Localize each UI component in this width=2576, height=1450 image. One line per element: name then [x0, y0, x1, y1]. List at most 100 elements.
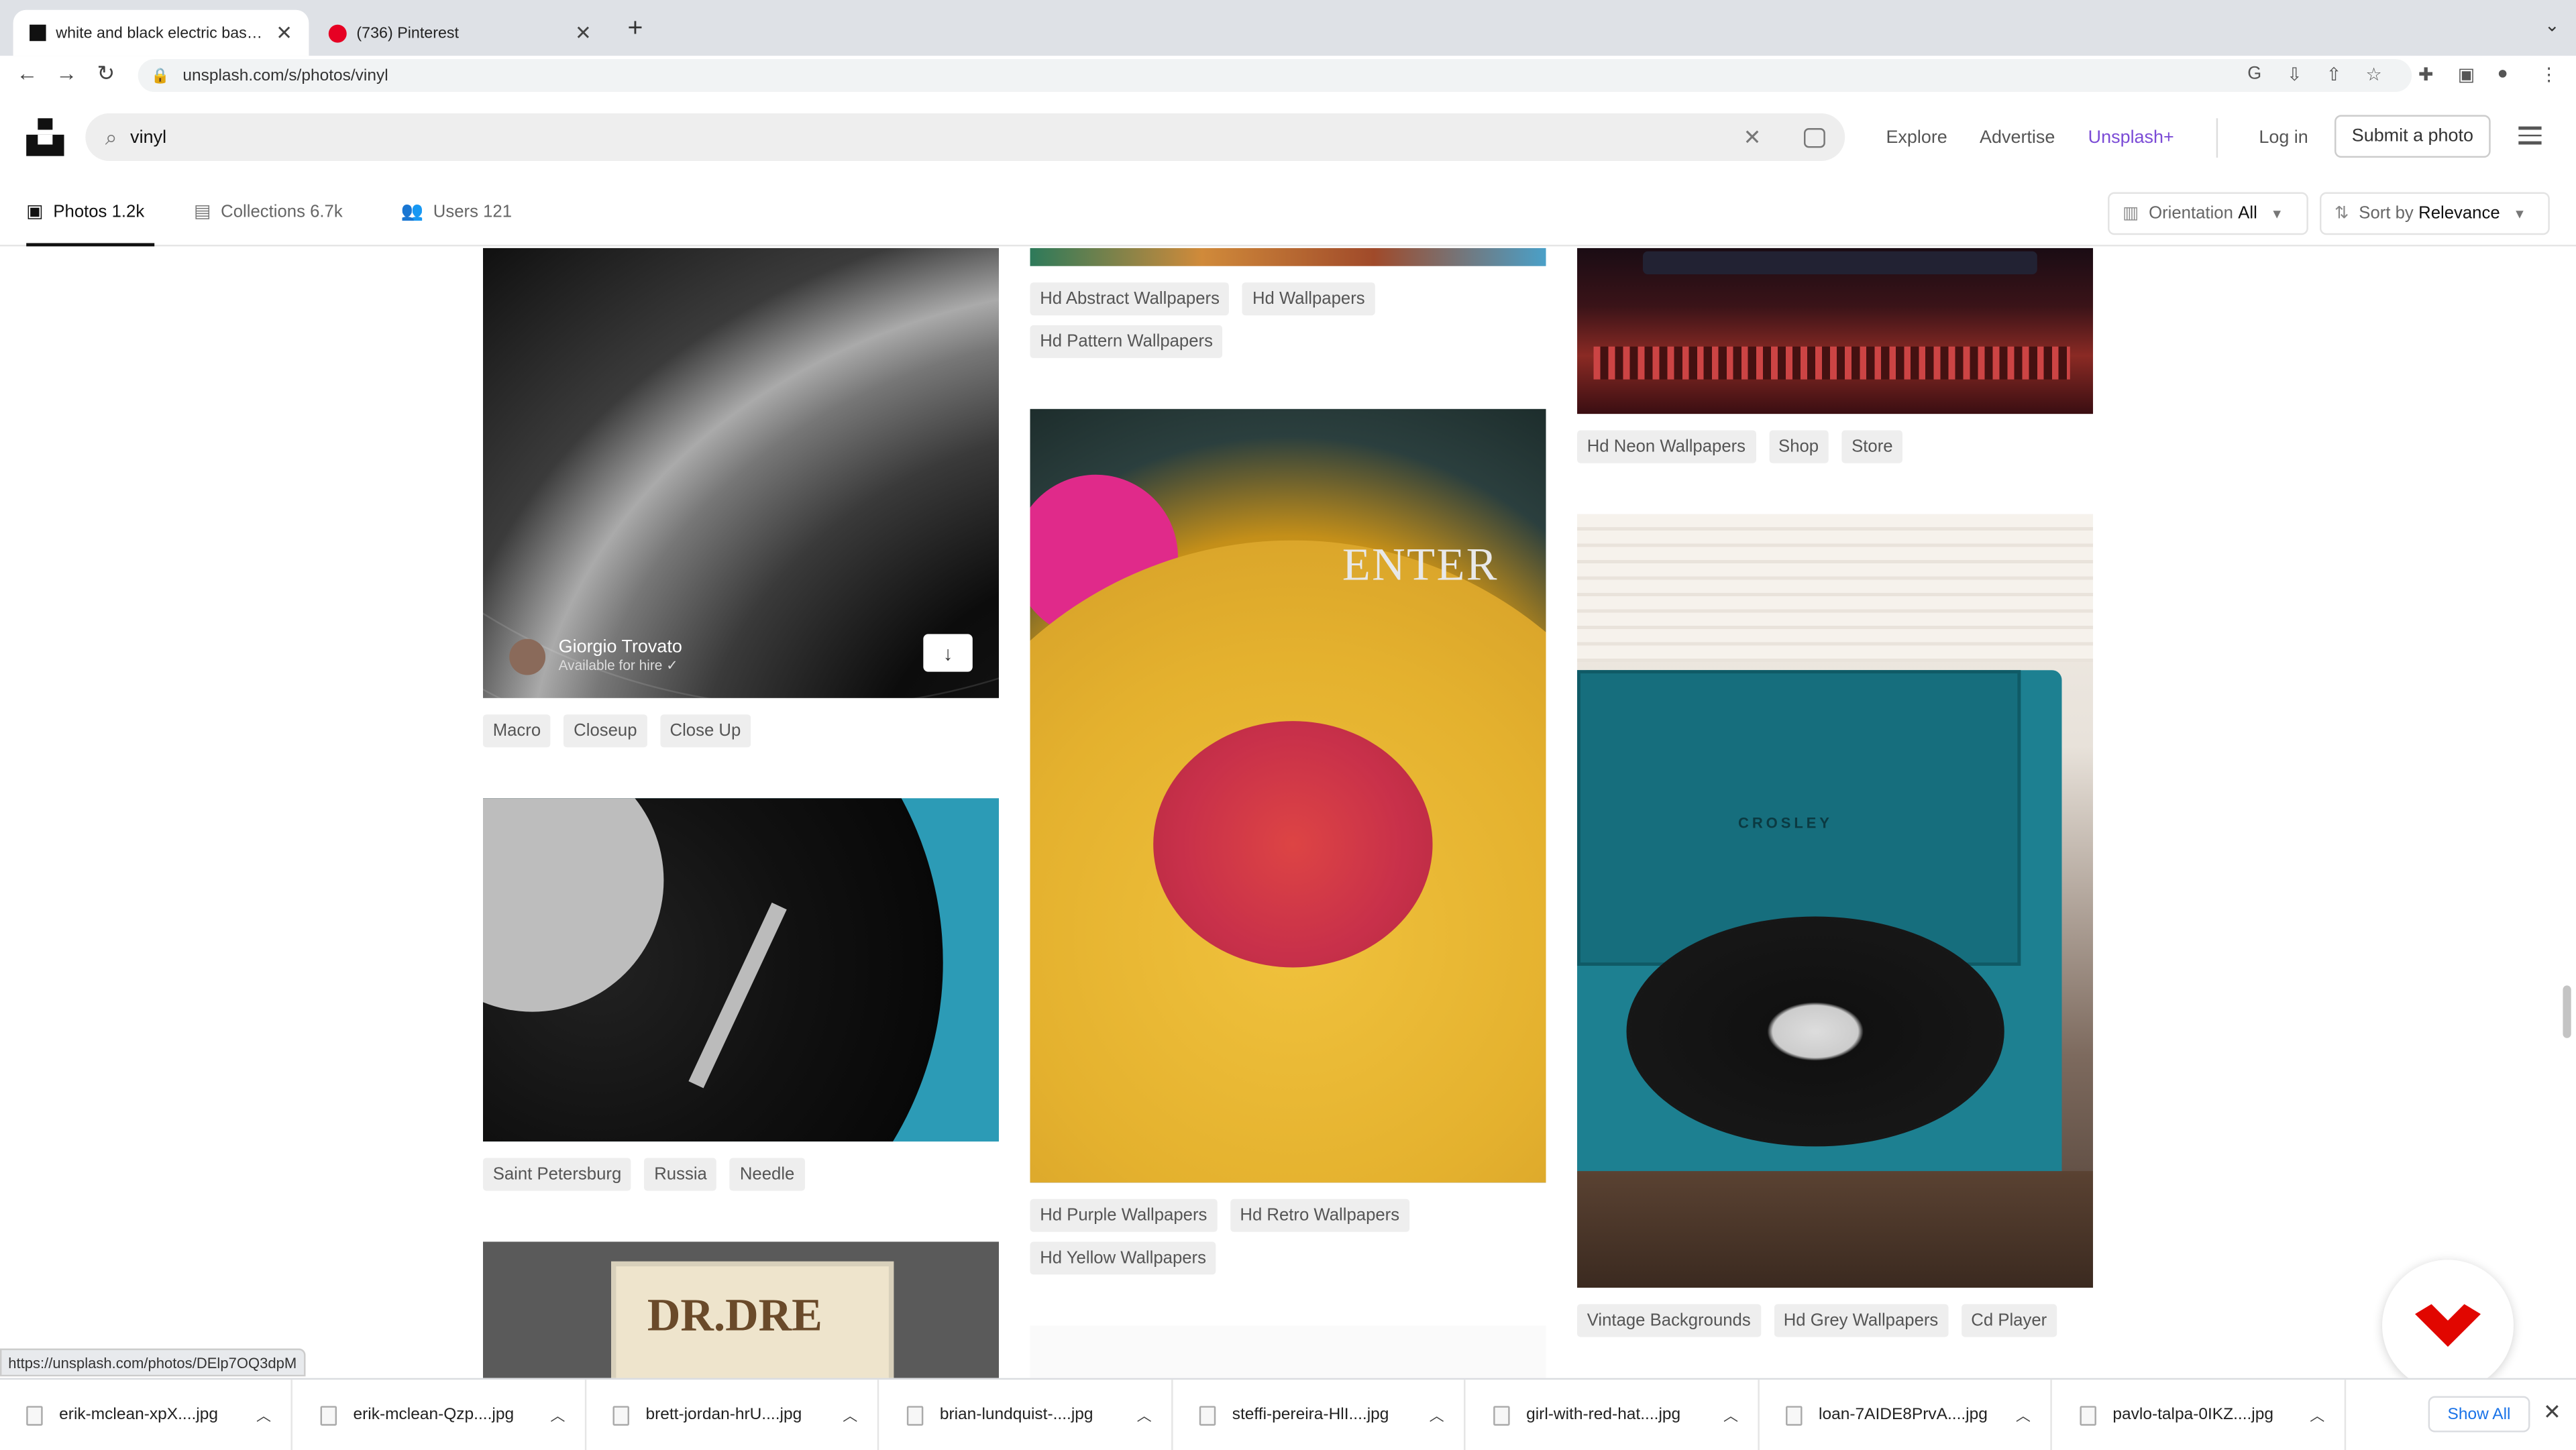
- tag[interactable]: Hd Wallpapers: [1242, 282, 1375, 316]
- hamburger-menu-icon[interactable]: [2518, 126, 2542, 149]
- tag[interactable]: Vintage Backgrounds: [1577, 1304, 1761, 1337]
- hire-status: Available for hire: [558, 657, 663, 674]
- download-button[interactable]: ↓: [923, 634, 973, 672]
- tab-close-icon[interactable]: ✕: [276, 21, 292, 44]
- profile-icon[interactable]: ●: [2497, 64, 2508, 84]
- sort-filter[interactable]: ⇅ Sort by Relevance ▼: [2319, 192, 2550, 235]
- tag[interactable]: Closeup: [564, 714, 647, 748]
- forward-icon[interactable]: →: [56, 61, 77, 86]
- tab-users[interactable]: 👥 Users 121: [401, 201, 512, 222]
- chevron-up-icon[interactable]: ︿: [256, 1404, 271, 1426]
- tag-list: Saint Petersburg Russia Needle: [483, 1158, 999, 1191]
- new-tab-icon[interactable]: +: [628, 15, 643, 44]
- tag[interactable]: Hd Pattern Wallpapers: [1030, 325, 1223, 358]
- chevron-up-icon[interactable]: ︿: [843, 1404, 857, 1426]
- tag[interactable]: Cd Player: [1961, 1304, 2057, 1337]
- show-all-downloads-button[interactable]: Show All: [2428, 1396, 2530, 1433]
- photo-card[interactable]: [1577, 247, 2094, 414]
- lock-icon: 🔒: [151, 66, 170, 83]
- tag[interactable]: Hd Neon Wallpapers: [1577, 430, 1756, 463]
- download-item[interactable]: erik-mclean-xpX....jpg ︿: [0, 1380, 292, 1450]
- close-downloads-icon[interactable]: ✕: [2543, 1400, 2561, 1426]
- photo-card[interactable]: CROSLEY: [1577, 514, 2094, 1288]
- chevron-down-icon: ▼: [2270, 206, 2284, 221]
- nav-advertise[interactable]: Advertise: [1980, 128, 2055, 148]
- nav-unsplash-plus[interactable]: Unsplash+: [2088, 128, 2174, 148]
- photo-card[interactable]: DR.DRE: [483, 1241, 999, 1378]
- download-item[interactable]: brett-jordan-hrU....jpg ︿: [586, 1380, 879, 1450]
- download-item[interactable]: girl-with-red-hat....jpg ︿: [1467, 1380, 1760, 1450]
- photo-icon: ▣: [26, 202, 44, 222]
- share-icon[interactable]: ⇧: [2326, 64, 2342, 85]
- reload-icon[interactable]: ↻: [97, 61, 115, 87]
- install-icon[interactable]: ⇩: [2287, 64, 2302, 85]
- avatar[interactable]: [509, 638, 546, 675]
- tab-collections[interactable]: ▤ Collections 6.7k: [194, 201, 343, 222]
- tag[interactable]: Hd Grey Wallpapers: [1774, 1304, 1949, 1337]
- tag[interactable]: Needle: [730, 1158, 805, 1191]
- tag[interactable]: Hd Retro Wallpapers: [1230, 1198, 1409, 1232]
- chevron-up-icon[interactable]: ︿: [1430, 1404, 1444, 1426]
- page-scrollbar-thumb[interactable]: [2563, 985, 2571, 1038]
- chevron-up-icon[interactable]: ︿: [1723, 1404, 1738, 1426]
- collections-icon: ▤: [193, 202, 211, 222]
- unsplash-logo-icon[interactable]: [26, 118, 64, 156]
- download-item[interactable]: pavlo-talpa-0IKZ....jpg ︿: [2053, 1380, 2347, 1450]
- google-icon[interactable]: G: [2247, 64, 2261, 84]
- orientation-icon: ▥: [2123, 203, 2139, 224]
- extensions-icon[interactable]: ✚: [2418, 64, 2434, 85]
- tag-list: Vintage Backgrounds Hd Grey Wallpapers C…: [1577, 1304, 2093, 1337]
- tag[interactable]: Store: [1841, 430, 1903, 463]
- photo-card[interactable]: [483, 798, 999, 1142]
- download-item[interactable]: steffi-pereira-HlI....jpg ︿: [1173, 1380, 1466, 1450]
- file-icon: [1786, 1405, 1803, 1425]
- tag[interactable]: Saint Petersburg: [483, 1158, 631, 1191]
- photo-card[interactable]: [1030, 247, 1546, 266]
- address-bar[interactable]: 🔒 unsplash.com/s/photos/vinyl: [138, 59, 2412, 93]
- side-panel-icon[interactable]: ▣: [2458, 64, 2475, 85]
- tab-title: (736) Pinterest: [356, 23, 460, 42]
- author-name[interactable]: Giorgio Trovato: [559, 637, 682, 657]
- file-icon: [2080, 1405, 2096, 1425]
- orientation-filter[interactable]: ▥ Orientation All ▼: [2108, 192, 2308, 235]
- chevron-down-icon: ▼: [2513, 206, 2526, 221]
- chevron-up-icon[interactable]: ︿: [1137, 1404, 1152, 1426]
- chevron-up-icon[interactable]: ︿: [550, 1404, 565, 1426]
- tab-search-chevron-icon[interactable]: ⌄: [2544, 15, 2560, 36]
- tag[interactable]: Macro: [483, 714, 551, 748]
- nav-explore[interactable]: Explore: [1886, 128, 1947, 148]
- photo-grid: Giorgio Trovato Available for hire ✓ ↓ M…: [0, 247, 2576, 1378]
- browser-tab-pinterest[interactable]: (736) Pinterest ✕: [312, 10, 608, 56]
- download-item[interactable]: loan-7AIDE8PrvA....jpg ︿: [1760, 1380, 2052, 1450]
- tag[interactable]: Shop: [1768, 430, 1829, 463]
- tab-close-icon[interactable]: ✕: [575, 21, 592, 44]
- tab-photos[interactable]: ▣ Photos 1.2k: [26, 201, 144, 222]
- download-item[interactable]: erik-mclean-Qzp....jpg ︿: [294, 1380, 587, 1450]
- photo-credit[interactable]: Giorgio Trovato Available for hire ✓: [509, 637, 682, 675]
- browser-tab-active[interactable]: white and black electric bass guitar ✕: [13, 9, 309, 56]
- submit-photo-button[interactable]: Submit a photo: [2334, 115, 2491, 158]
- browser-menu-icon[interactable]: ⋮: [2540, 64, 2558, 85]
- tag[interactable]: Hd Purple Wallpapers: [1030, 1198, 1218, 1232]
- search-type-nav: ▣ Photos 1.2k ▤ Collections 6.7k 👥 Users…: [0, 180, 2576, 247]
- floating-extension-button[interactable]: [2382, 1260, 2514, 1392]
- search-input[interactable]: vinyl: [130, 127, 1743, 147]
- unsplash-favicon-icon: [30, 24, 46, 42]
- tag[interactable]: Hd Abstract Wallpapers: [1030, 282, 1230, 316]
- tag[interactable]: Close Up: [659, 714, 751, 748]
- photo-card[interactable]: ENTER: [1030, 408, 1546, 1183]
- chevron-up-icon[interactable]: ︿: [2310, 1404, 2324, 1426]
- download-item[interactable]: brian-lundquist-....jpg ︿: [881, 1380, 1173, 1450]
- login-link[interactable]: Log in: [2259, 128, 2308, 148]
- browser-tab-bar: white and black electric bass guitar ✕ (…: [0, 0, 2576, 56]
- visual-search-icon[interactable]: [1804, 127, 1825, 148]
- back-icon[interactable]: ←: [16, 61, 38, 86]
- search-bar[interactable]: ⌕ vinyl ✕: [85, 113, 1845, 162]
- photo-card[interactable]: Giorgio Trovato Available for hire ✓ ↓: [483, 247, 999, 698]
- clear-search-icon[interactable]: ✕: [1743, 124, 1762, 150]
- active-tab-underline: [26, 243, 155, 247]
- tag[interactable]: Hd Yellow Wallpapers: [1030, 1241, 1216, 1275]
- bookmark-star-icon[interactable]: ☆: [2366, 64, 2382, 85]
- chevron-up-icon[interactable]: ︿: [2016, 1404, 2031, 1426]
- tag[interactable]: Russia: [644, 1158, 717, 1191]
